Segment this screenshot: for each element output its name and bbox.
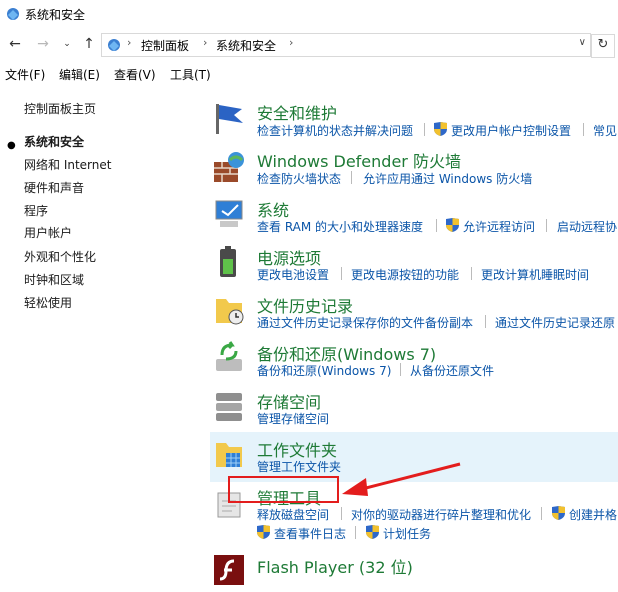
backup-restore-icon xyxy=(216,341,242,371)
address-bar[interactable]: › 控制面板 › 系统和安全 › ∨ xyxy=(101,33,591,57)
sidebar-item-home[interactable]: 控制面板主页 xyxy=(24,100,96,117)
link-separator xyxy=(341,267,342,280)
link-backup-restore[interactable]: 备份和还原(Windows 7) xyxy=(257,362,391,379)
sidebar-item-user-accounts[interactable]: 用户帐户 xyxy=(24,224,72,241)
link-event-log[interactable]: 查看事件日志 xyxy=(274,525,346,542)
link-separator xyxy=(424,123,425,136)
link-restore-file-history[interactable]: 通过文件历史记录还原 xyxy=(495,314,615,331)
work-folders-icon xyxy=(216,443,242,467)
link-separator xyxy=(541,507,542,520)
link-separator xyxy=(351,171,352,184)
category-title-flash-player[interactable]: Flash Player (32 位) xyxy=(257,554,413,578)
uac-shield-icon xyxy=(434,122,447,136)
uac-shield-icon xyxy=(366,525,379,539)
up-arrow-icon[interactable]: ↑ xyxy=(80,35,98,53)
current-bullet-icon: ● xyxy=(7,140,16,151)
uac-shield-icon xyxy=(446,218,459,232)
flash-player-icon xyxy=(214,555,244,585)
sidebar-item-clock-region[interactable]: 时钟和区域 xyxy=(24,271,84,288)
link-defrag[interactable]: 对你的驱动器进行碎片整理和优化 xyxy=(351,506,531,523)
menu-edit[interactable]: 编辑(E) xyxy=(59,66,100,83)
control-panel-icon xyxy=(108,39,120,51)
link-separator xyxy=(341,507,342,520)
storage-spaces-icon xyxy=(216,393,242,421)
link-manage-work-folders[interactable]: 管理工作文件夹 xyxy=(257,458,341,475)
breadcrumb-control-panel[interactable]: 控制面板 xyxy=(141,37,189,54)
link-create-format[interactable]: 创建并格 xyxy=(569,506,617,523)
sidebar-item-hardware[interactable]: 硬件和声音 xyxy=(24,179,84,196)
link-power-button[interactable]: 更改电源按钮的功能 xyxy=(351,266,459,283)
window-title: 系统和安全 xyxy=(25,8,86,22)
link-manage-storage[interactable]: 管理存储空间 xyxy=(257,410,329,427)
link-allow-app-firewall[interactable]: 允许应用通过 Windows 防火墙 xyxy=(363,170,532,187)
category-title-firewall[interactable]: Windows Defender 防火墙 xyxy=(257,148,461,172)
title-bar: 系统和安全 xyxy=(0,0,618,30)
recent-dropdown-icon[interactable]: ⌄ xyxy=(58,35,76,53)
menu-file[interactable]: 文件(F) xyxy=(5,66,45,83)
link-separator xyxy=(355,526,356,539)
link-separator xyxy=(546,219,547,232)
system-computer-icon xyxy=(215,200,243,227)
link-uac-settings[interactable]: 更改用户帐户控制设置 xyxy=(451,122,571,139)
back-arrow-icon[interactable]: ← xyxy=(6,35,24,53)
category-title-security[interactable]: 安全和维护 xyxy=(257,100,337,124)
forward-arrow-icon[interactable]: → xyxy=(34,35,52,53)
sidebar-item-appearance[interactable]: 外观和个性化 xyxy=(24,248,96,265)
link-separator xyxy=(583,123,584,136)
chevron-right-icon[interactable]: › xyxy=(203,36,207,49)
link-allow-remote[interactable]: 允许远程访问 xyxy=(463,218,535,235)
firewall-icon xyxy=(214,152,244,182)
link-separator xyxy=(400,363,401,376)
annotation-box xyxy=(228,476,339,503)
link-scheduled-tasks[interactable]: 计划任务 xyxy=(383,525,431,542)
refresh-icon[interactable]: ↻ xyxy=(591,34,615,58)
link-common[interactable]: 常见 xyxy=(593,122,617,139)
link-separator xyxy=(436,219,437,232)
uac-shield-icon xyxy=(257,525,270,539)
uac-shield-icon xyxy=(552,506,565,520)
link-separator xyxy=(471,267,472,280)
chevron-down-icon[interactable]: ∨ xyxy=(579,37,586,48)
file-history-icon xyxy=(216,299,244,325)
link-firewall-status[interactable]: 检查防火墙状态 xyxy=(257,170,341,187)
power-options-icon xyxy=(220,246,236,277)
chevron-right-icon[interactable]: › xyxy=(289,36,293,49)
link-remote-assist[interactable]: 启动远程协 xyxy=(557,218,617,235)
link-sleep-time[interactable]: 更改计算机睡眠时间 xyxy=(481,266,589,283)
sidebar-item-ease-of-access[interactable]: 轻松使用 xyxy=(24,294,72,311)
sidebar-item-system-security[interactable]: 系统和安全 xyxy=(24,133,84,150)
link-view-ram[interactable]: 查看 RAM 的大小和处理器速度 xyxy=(257,218,423,235)
sidebar-item-network[interactable]: 网络和 Internet xyxy=(24,156,111,173)
address-row: ← → ⌄ ↑ › 控制面板 › 系统和安全 › ∨ ↻ xyxy=(0,30,618,60)
link-separator xyxy=(485,315,486,328)
chevron-right-icon[interactable]: › xyxy=(127,36,131,49)
control-panel-icon xyxy=(7,8,19,20)
link-restore-from-backup[interactable]: 从备份还原文件 xyxy=(410,362,494,379)
link-free-disk-space[interactable]: 释放磁盘空间 xyxy=(257,506,329,523)
security-maintenance-icon xyxy=(216,104,243,134)
menu-bar: 文件(F) 编辑(E) 查看(V) 工具(T) xyxy=(0,62,618,84)
link-save-backup[interactable]: 通过文件历史记录保存你的文件备份副本 xyxy=(257,314,473,331)
link-battery-settings[interactable]: 更改电池设置 xyxy=(257,266,329,283)
annotation-arrow-icon xyxy=(342,462,461,496)
menu-view[interactable]: 查看(V) xyxy=(114,66,156,83)
menu-tools[interactable]: 工具(T) xyxy=(170,66,211,83)
breadcrumb-system-security[interactable]: 系统和安全 xyxy=(216,37,276,54)
link-check-status[interactable]: 检查计算机的状态并解决问题 xyxy=(257,122,413,139)
sidebar-item-programs[interactable]: 程序 xyxy=(24,202,48,219)
